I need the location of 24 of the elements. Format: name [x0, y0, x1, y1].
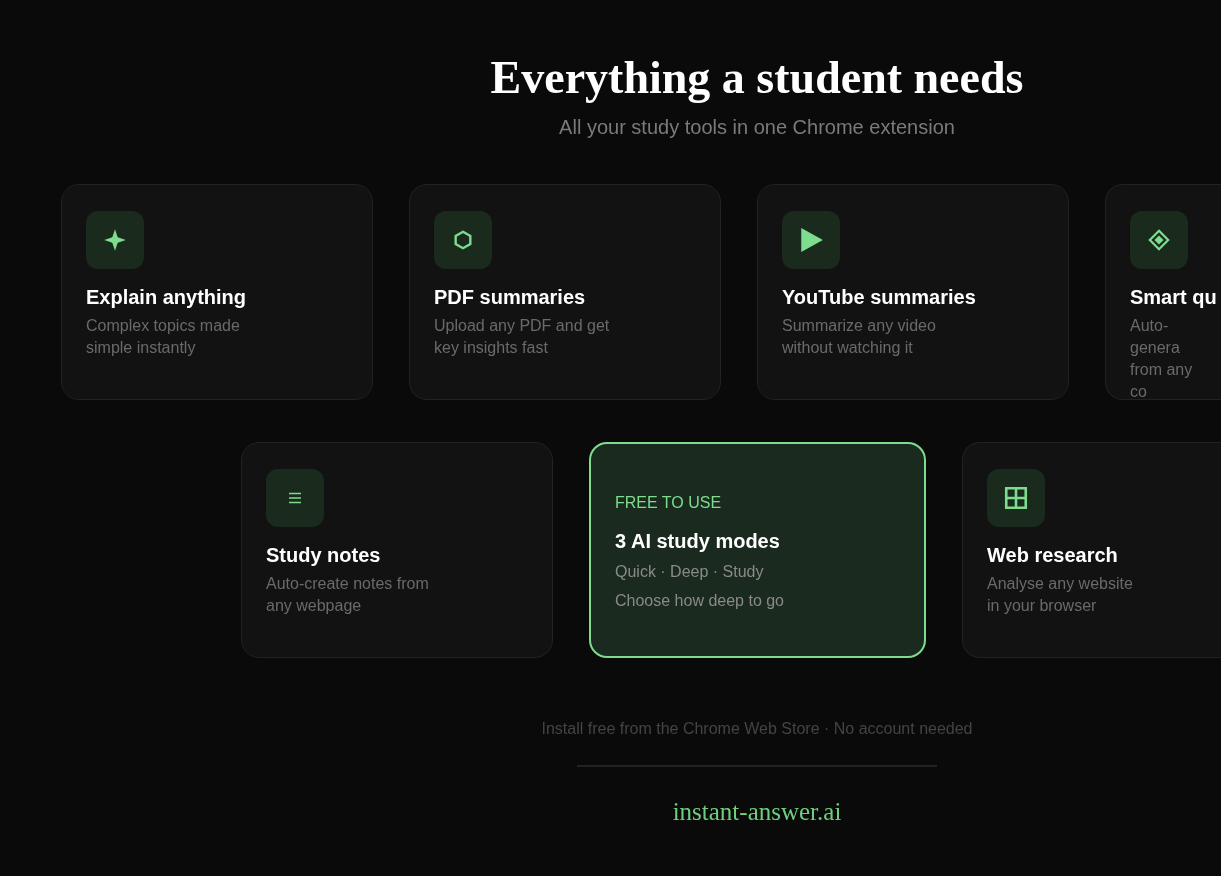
card-title: Web research: [987, 543, 1118, 567]
card-text: Quick · Deep · Study: [615, 562, 764, 582]
install-note: Install free from the Chrome Web Store · No account needed: [541, 719, 973, 739]
grid-icon: [1003, 485, 1029, 511]
card-description: Complex topics made simple instantly: [86, 316, 240, 358]
page-subtitle: All your study tools in one Chrome extension: [559, 115, 955, 139]
card-title: Smart qu: [1130, 285, 1217, 309]
card-description: Analyse any website in your browser: [987, 574, 1133, 616]
card-title: Study notes: [266, 543, 381, 567]
brand-name: instant-answer.ai: [672, 797, 842, 827]
card-description: Auto-create notes from any webpage: [266, 574, 429, 616]
card-title: PDF summaries: [434, 285, 586, 309]
page-title: Everything a student needs: [490, 51, 1024, 105]
diamond-icon: [1148, 229, 1170, 251]
card-description: Upload any PDF and get key insights fast: [434, 316, 610, 358]
card-title: 3 AI study modes: [615, 529, 780, 553]
card-text: Choose how deep to go: [615, 591, 784, 611]
card-label: FREE TO USE: [615, 493, 722, 513]
card-description: Auto-genera from any co: [1130, 316, 1194, 399]
card-title: YouTube summaries: [782, 285, 976, 309]
hexagon-icon: [452, 229, 474, 251]
play-icon: [798, 227, 824, 253]
card-title: Explain anything: [86, 285, 247, 309]
card-description: Summarize any video without watching it: [782, 316, 936, 358]
